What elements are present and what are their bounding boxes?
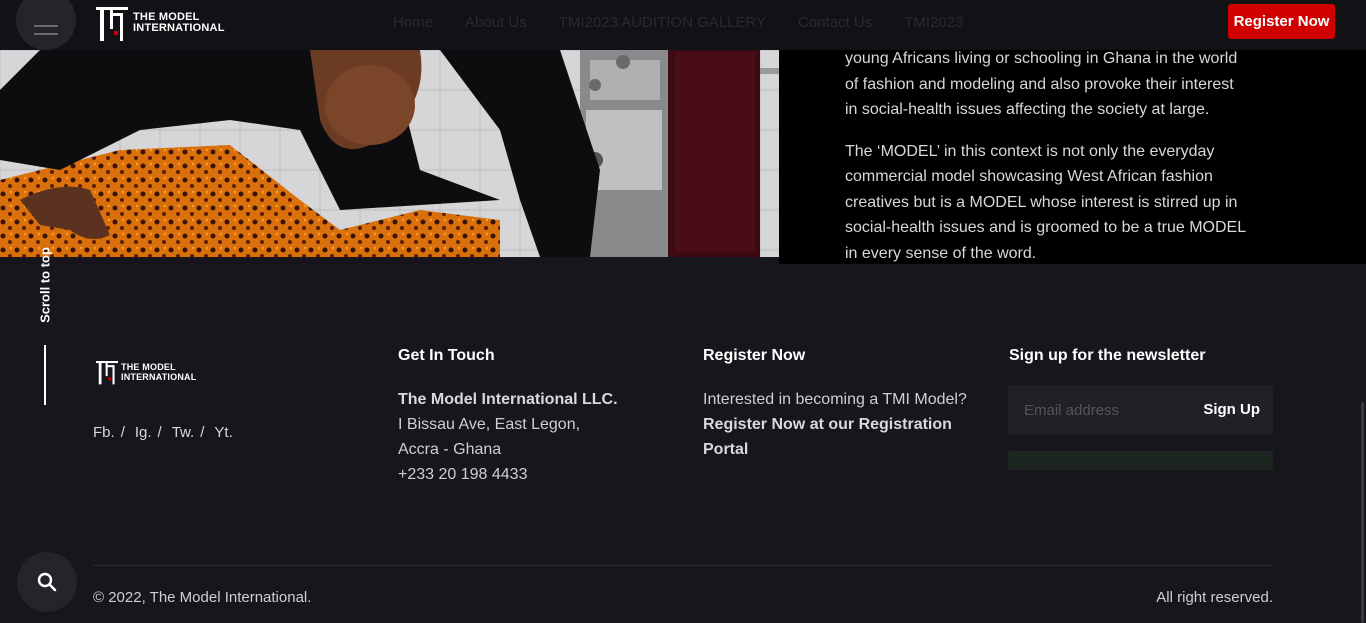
nav-about[interactable]: About Us [465,14,527,31]
contact-phone[interactable]: +233 20 198 4433 [398,462,618,487]
social-instagram[interactable]: Ig. [135,424,152,441]
hamburger-icon [34,25,58,35]
registration-portal-link[interactable]: Register Now at our Registration [703,416,952,433]
footer-logo[interactable]: THE MODEL INTERNATIONAL [96,353,196,391]
contact-title: Get In Touch [398,347,495,364]
site-header: THE MODEL INTERNATIONAL Home About Us TM… [0,0,1366,50]
social-twitter[interactable]: Tw. [172,424,195,441]
logo-text: THE MODEL INTERNATIONAL [133,12,225,34]
social-youtube[interactable]: Yt. [214,424,232,441]
copyright-text: © 2022, The Model International. [93,589,312,606]
social-separator: / [157,424,162,441]
nav-tmi2023[interactable]: TMI2023 [904,14,963,31]
scroll-to-top-button[interactable]: Scroll to top [38,247,53,323]
about-text-panel: young Africans living or schooling in Gh… [779,50,1366,264]
contact-details: The Model International LLC. I Bissau Av… [398,387,618,487]
registration-portal-link-2[interactable]: Portal [703,441,748,458]
search-button[interactable] [17,552,77,612]
social-separator: / [200,424,205,441]
contact-company: The Model International LLC. [398,391,618,408]
footer-divider [93,565,1273,566]
about-paragraph-2: The ‘MODEL’ in this context is not only … [845,142,1246,262]
site-logo[interactable]: THE MODEL INTERNATIONAL [96,5,225,41]
logo-line-2: INTERNATIONAL [133,22,225,34]
newsletter-form: Sign Up [1008,385,1273,435]
footer-logo-line-2: INTERNATIONAL [121,372,197,382]
register-details: Interested in becoming a TMI Model? Regi… [703,387,967,462]
newsletter-title: Sign up for the newsletter [1009,347,1206,364]
tmi-logo-icon [96,7,128,41]
search-icon [37,572,57,592]
about-text: young Africans living or schooling in Gh… [845,46,1250,266]
main-nav: Home About Us TMI2023 AUDITION GALLERY C… [393,14,963,31]
nav-home[interactable]: Home [393,14,433,31]
menu-button[interactable] [16,0,76,50]
page-scrollbar[interactable] [1361,402,1364,623]
sign-up-button[interactable]: Sign Up [1203,401,1260,418]
contact-address-1: I Bissau Ave, East Legon, [398,416,581,433]
social-facebook[interactable]: Fb. [93,424,115,441]
nav-contact[interactable]: Contact Us [798,14,872,31]
social-links: Fb. / Ig. / Tw. / Yt. [93,424,233,441]
social-separator: / [120,424,125,441]
tmi-logo-icon [96,361,118,385]
newsletter-status-bar [1008,451,1273,470]
scroll-to-top-line [44,345,46,405]
footer-logo-text: THE MODEL INTERNATIONAL [121,362,196,382]
about-paragraph-1: young Africans living or schooling in Gh… [845,50,1238,118]
footer-logo-line-1: THE MODEL [121,362,176,372]
register-now-button[interactable]: Register Now [1228,4,1335,39]
nav-audition-gallery[interactable]: TMI2023 AUDITION GALLERY [559,14,766,31]
register-text: Interested in becoming a TMI Model? [703,391,967,408]
contact-address-2: Accra - Ghana [398,441,502,458]
rights-text: All right reserved. [1156,589,1273,606]
email-field[interactable] [1024,399,1194,421]
register-title: Register Now [703,347,806,364]
hero-image [0,50,779,257]
